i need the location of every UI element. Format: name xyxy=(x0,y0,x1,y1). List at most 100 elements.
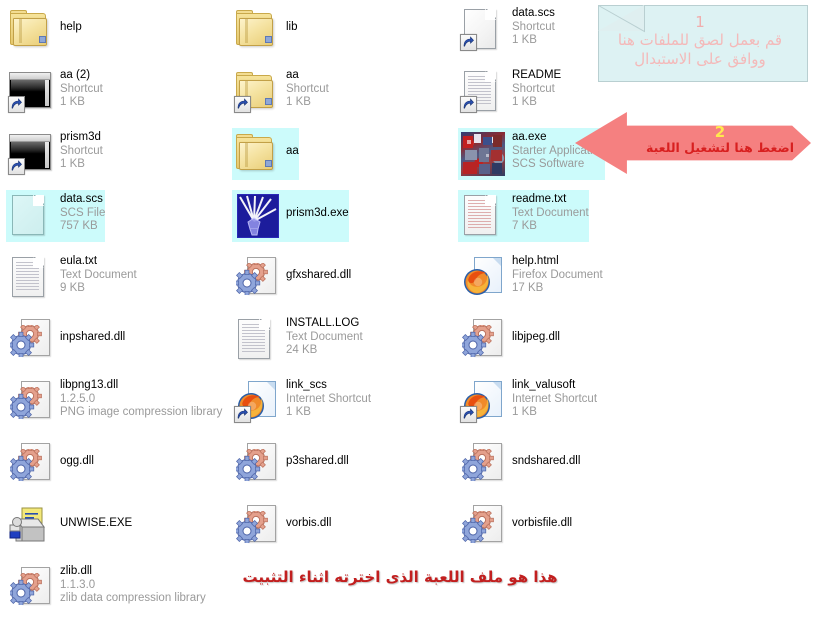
file-type: Shortcut xyxy=(512,82,555,95)
dll-gear-icon xyxy=(458,316,506,362)
shortcut-arrow-icon xyxy=(460,406,477,423)
file-item[interactable]: link_scs Internet Shortcut 1 KB xyxy=(232,376,371,428)
file-labels: inpshared.dll xyxy=(60,316,125,345)
dll-gear-icon xyxy=(458,502,506,548)
file-item[interactable]: UNWISE.EXE xyxy=(6,500,132,552)
callout-line-1: قم بعمل لصق للملفات هنا xyxy=(617,31,783,49)
folder-icon xyxy=(232,68,280,114)
file-item[interactable]: prism3d.exe xyxy=(232,190,349,242)
file-name: sndshared.dll xyxy=(512,455,581,467)
file-item[interactable]: libjpeg.dll xyxy=(458,314,560,366)
uninstaller-icon xyxy=(6,502,54,548)
dll-gear-icon xyxy=(232,440,280,486)
file-name: prism3d xyxy=(60,131,101,143)
file-explorer-grid: help aa (2) Shortcut 1 KB prism3d Shortcut 1 K… xyxy=(0,0,814,610)
file-labels: help.html Firefox Document 17 KB xyxy=(512,254,603,296)
file-name: data.scs xyxy=(512,7,555,19)
dll-gear-icon xyxy=(6,440,54,486)
file-name: link_scs xyxy=(286,379,327,391)
file-name: gfxshared.dll xyxy=(286,269,352,281)
file-labels: prism3d.exe xyxy=(286,192,349,221)
dll-gear-icon xyxy=(6,316,54,362)
shortcut-arrow-icon xyxy=(460,34,477,51)
file-type: Shortcut xyxy=(286,82,329,95)
file-labels: sndshared.dll xyxy=(512,440,580,469)
dll-gear-icon xyxy=(6,378,54,424)
file-size: 1 KB xyxy=(286,406,311,419)
file-type: Shortcut xyxy=(60,82,103,95)
file-size: 9 KB xyxy=(60,282,85,295)
file-item[interactable]: README Shortcut 1 KB xyxy=(458,66,561,118)
file-item[interactable]: help xyxy=(6,4,82,56)
file-type: Firefox Document xyxy=(512,268,603,281)
file-name: aa xyxy=(286,69,299,81)
file-name: ogg.dll xyxy=(60,455,94,467)
file-size: 757 KB xyxy=(60,220,98,233)
file-item[interactable]: INSTALL.LOG Text Document 24 KB xyxy=(232,314,363,366)
file-type: Internet Shortcut xyxy=(286,392,372,405)
shortcut-arrow-icon xyxy=(8,96,25,113)
callout-line-2: ووافق على الاستبدال xyxy=(634,50,766,68)
text-document-icon xyxy=(6,254,54,300)
text-document-icon xyxy=(232,316,280,362)
file-item[interactable]: readme.txt Text Document 7 KB xyxy=(458,190,589,242)
file-item[interactable]: aa Shortcut 1 KB xyxy=(232,66,329,118)
file-item[interactable]: gfxshared.dll xyxy=(232,252,351,304)
file-item[interactable]: data.scs SCS File 757 KB xyxy=(6,190,106,242)
firefox-document-icon xyxy=(232,378,280,424)
file-column-0: help aa (2) Shortcut 1 KB prism3d Shortcut 1 K… xyxy=(6,0,231,624)
file-item[interactable]: lib xyxy=(232,4,298,56)
file-labels: aa Shortcut 1 KB xyxy=(286,68,329,110)
file-item[interactable]: libpng13.dll 1.2.5.0 PNG image compression… xyxy=(6,376,222,428)
file-name: inpshared.dll xyxy=(60,331,126,343)
file-labels: p3shared.dll xyxy=(286,440,349,469)
arrow-step-number: 2 xyxy=(714,123,726,141)
file-labels: data.scs SCS File 757 KB xyxy=(60,192,105,234)
dll-gear-icon xyxy=(232,254,280,300)
blank-document-icon xyxy=(458,6,506,52)
arrow-instruction-text: اضغط هنا لتشغيل اللعبة xyxy=(646,140,794,155)
file-item[interactable]: data.scs Shortcut 1 KB xyxy=(458,4,555,56)
file-size: PNG image compression library xyxy=(60,406,223,419)
file-labels: vorbisfile.dll xyxy=(512,502,572,531)
file-item[interactable]: aa xyxy=(232,128,299,180)
file-labels: aa (2) Shortcut 1 KB xyxy=(60,68,103,110)
file-type: Shortcut xyxy=(60,144,103,157)
file-labels: ogg.dll xyxy=(60,440,94,469)
callout-note-paste-files: 1 قم بعمل لصق للملفات هنا ووافق على الاس… xyxy=(598,5,808,82)
file-size: 1 KB xyxy=(60,96,85,109)
file-item[interactable]: prism3d Shortcut 1 KB xyxy=(6,128,103,180)
dll-gear-icon xyxy=(458,440,506,486)
file-name: data.scs xyxy=(60,193,103,205)
file-name: vorbis.dll xyxy=(286,517,332,529)
file-name: vorbisfile.dll xyxy=(512,517,573,529)
file-name: help.html xyxy=(512,255,559,267)
file-item[interactable]: p3shared.dll xyxy=(232,438,349,490)
file-name: p3shared.dll xyxy=(286,455,349,467)
file-column-1: lib aa Shortcut 1 KB aa prism3d.exe gfxshared.… xyxy=(232,0,457,562)
file-size: 1 KB xyxy=(60,158,85,171)
file-labels: aa xyxy=(286,130,299,159)
file-item[interactable]: sndshared.dll xyxy=(458,438,580,490)
file-labels: link_scs Internet Shortcut 1 KB xyxy=(286,378,371,420)
file-item[interactable]: link_valusoft Internet Shortcut 1 KB xyxy=(458,376,597,428)
file-item[interactable]: ogg.dll xyxy=(6,438,94,490)
folder-icon xyxy=(6,6,54,52)
file-item[interactable]: inpshared.dll xyxy=(6,314,125,366)
file-name: lib xyxy=(286,21,298,33)
file-item[interactable]: vorbisfile.dll xyxy=(458,500,572,552)
bottom-caption: هذا هو ملف اللعبة الذى اخترته اثناء التث… xyxy=(242,568,558,586)
file-item[interactable]: eula.txt Text Document 9 KB xyxy=(6,252,137,304)
file-item[interactable]: aa (2) Shortcut 1 KB xyxy=(6,66,103,118)
file-labels: libjpeg.dll xyxy=(512,316,560,345)
console-window-icon xyxy=(6,130,54,176)
file-labels: readme.txt Text Document 7 KB xyxy=(512,192,589,234)
file-item[interactable]: vorbis.dll xyxy=(232,500,331,552)
file-item[interactable]: help.html Firefox Document 17 KB xyxy=(458,252,603,304)
file-name: UNWISE.EXE xyxy=(60,517,133,529)
file-size: 1 KB xyxy=(512,96,537,109)
file-size: 17 KB xyxy=(512,282,544,295)
prism3d-app-icon xyxy=(232,192,280,238)
file-type: Shortcut xyxy=(512,20,555,33)
file-size: zlib data compression library xyxy=(60,592,206,605)
